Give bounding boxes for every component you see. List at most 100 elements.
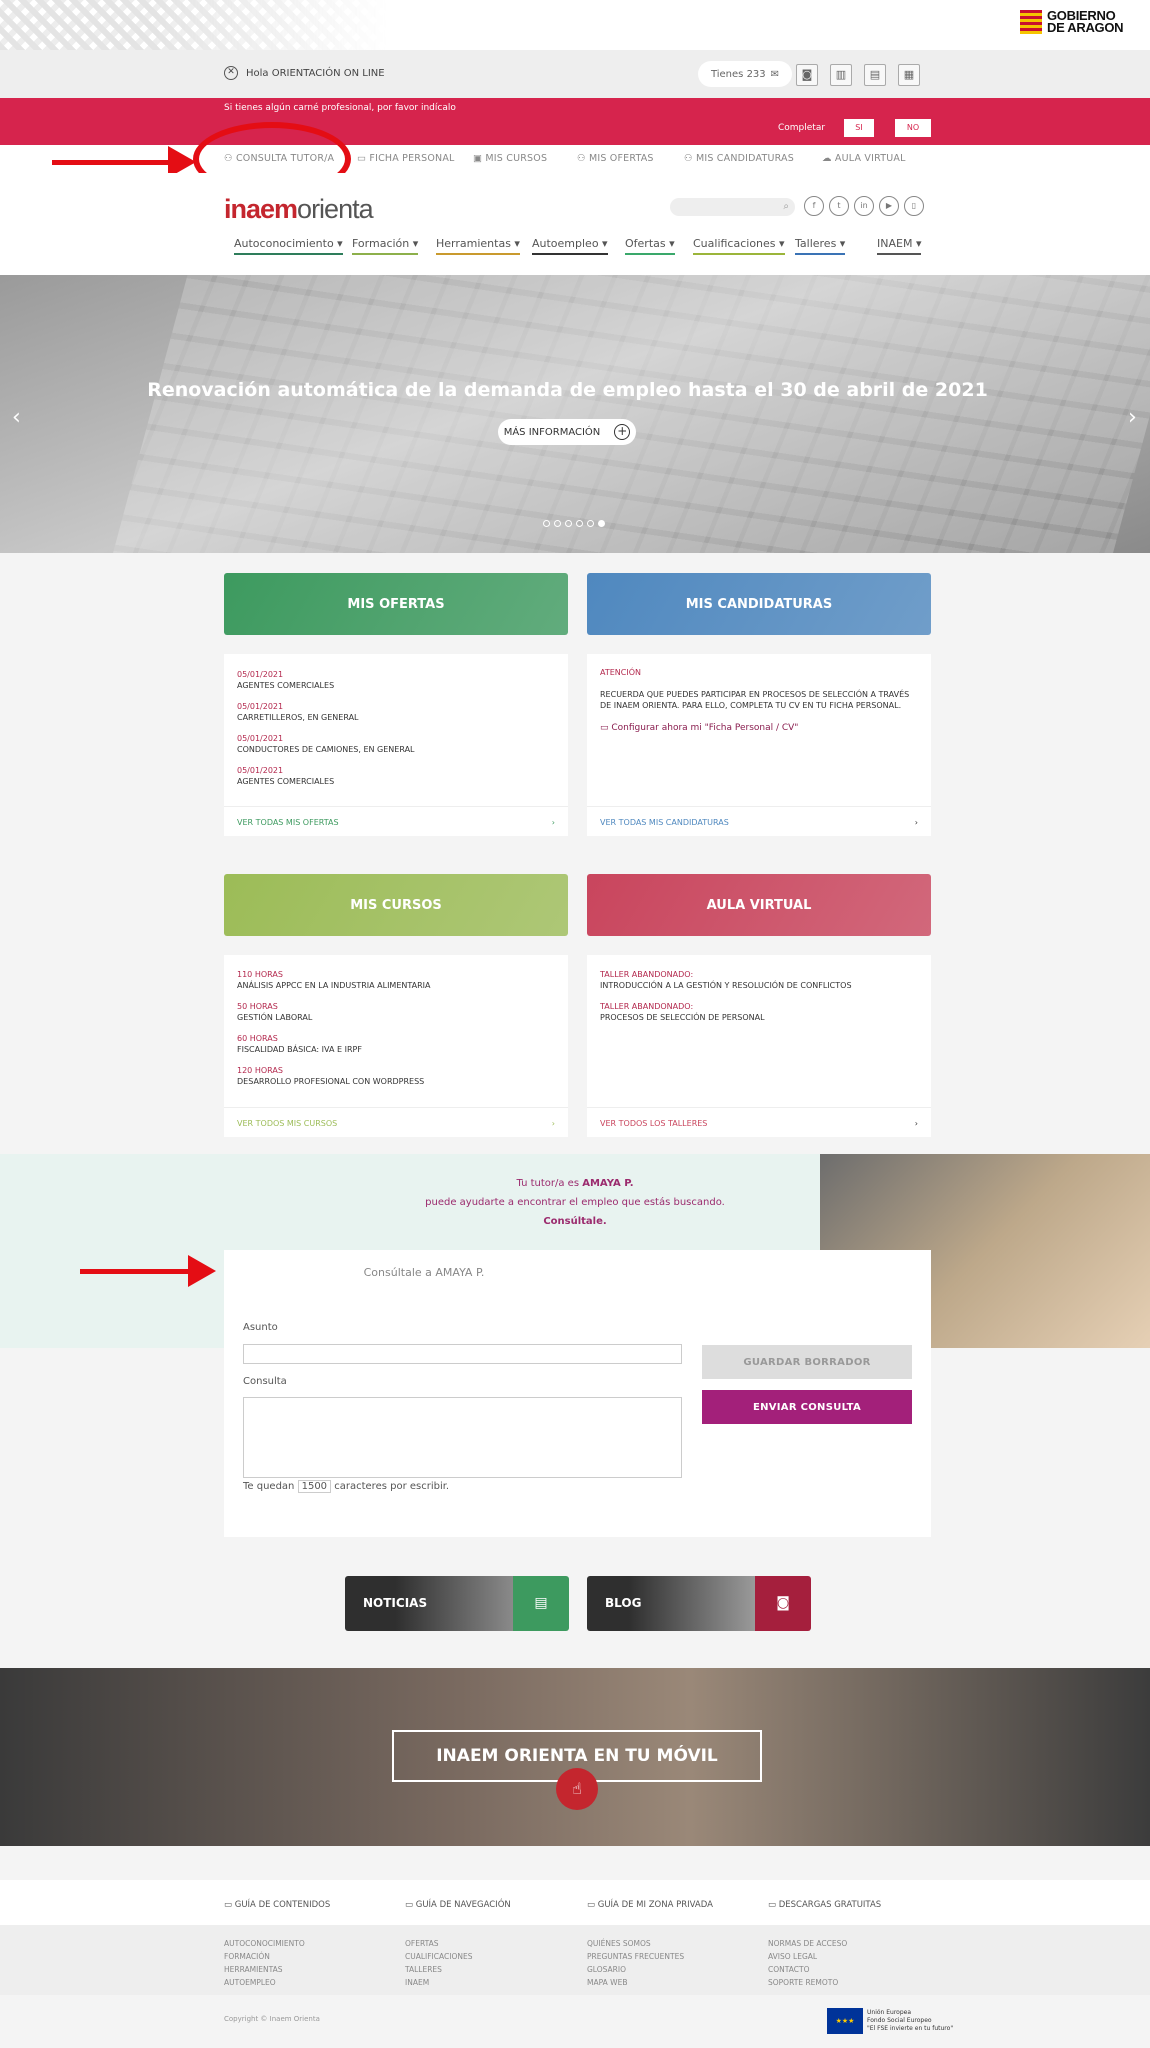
footer-link[interactable]: MAPA WEB <box>587 1976 684 1989</box>
ver-talleres-link[interactable]: VER TODOS LOS TALLERES › <box>587 1107 931 1137</box>
mas-informacion-button[interactable]: MÁS INFORMACIÓN + <box>498 419 636 445</box>
footer-link[interactable]: HERRAMIENTAS <box>224 1963 305 1976</box>
card-header[interactable]: MIS CANDIDATURAS <box>587 573 931 635</box>
item-text: CONDUCTORES DE CAMIONES, EN GENERAL <box>237 745 415 754</box>
list-item[interactable]: 50 HORAS GESTIÓN LABORAL <box>237 1001 431 1023</box>
guardar-borrador-button[interactable]: GUARDAR BORRADOR <box>702 1345 912 1379</box>
list-item[interactable]: 120 HORAS DESARROLLO PROFESIONAL CON WORD… <box>237 1065 431 1087</box>
nav-cualificaciones[interactable]: Cualificaciones ▾ <box>693 237 785 255</box>
secnav-aula-virtual[interactable]: ☁ AULA VIRTUAL <box>822 153 906 164</box>
list-item[interactable]: 05/01/2021 AGENTES COMERCIALES <box>237 669 415 691</box>
list-item[interactable]: TALLER ABANDONADO: PROCESOS DE SELECCIÓN … <box>600 1001 852 1023</box>
noticias-promo[interactable]: NOTICIAS ▤ <box>345 1576 569 1631</box>
nav-herramientas[interactable]: Herramientas ▾ <box>436 237 520 255</box>
carousel-next-icon[interactable]: › <box>1128 405 1137 430</box>
ver-cursos-link[interactable]: VER TODOS MIS CURSOS › <box>224 1107 568 1137</box>
calendar-icon[interactable]: ▦ <box>898 64 920 86</box>
carousel-dot[interactable] <box>598 520 605 527</box>
carousel-prev-icon[interactable]: ‹ <box>12 405 21 430</box>
close-icon[interactable]: ✕ <box>224 66 238 80</box>
logout-greeting[interactable]: ✕ Hola ORIENTACIÓN ON LINE <box>224 66 385 80</box>
guia-navegacion-link[interactable]: ▭ GUÍA DE NAVEGACIÓN <box>405 1900 511 1910</box>
pattern-decoration <box>0 0 390 50</box>
twitter-icon[interactable]: t <box>829 196 849 216</box>
configurar-cv-link[interactable]: ▭ Configurar ahora mi "Ficha Personal / … <box>600 723 918 733</box>
list-item[interactable]: 05/01/2021 CONDUCTORES DE CAMIONES, EN GE… <box>237 733 415 755</box>
document-icon[interactable]: ▤ <box>864 64 886 86</box>
item-date: 110 HORAS <box>237 970 283 979</box>
list-item[interactable]: 05/01/2021 CARRETILLEROS, EN GENERAL <box>237 701 415 723</box>
guia-zona-privada-link[interactable]: ▭ GUÍA DE MI ZONA PRIVADA <box>587 1900 713 1910</box>
facebook-icon[interactable]: f <box>804 196 824 216</box>
footer-link[interactable]: INAEM <box>405 1976 472 1989</box>
eu-logo: ★★★ Unión Europea Fondo Social Europeo "El… <box>827 2008 953 2034</box>
alert-yes-button[interactable]: SI <box>844 119 874 137</box>
cursos-list: 110 HORAS ANÁLISIS APPCC EN LA INDUSTRIA … <box>237 969 431 1097</box>
gobierno-aragon-logo[interactable]: GOBIERNO DE ARAGON <box>1020 9 1124 34</box>
envelope-icon: ✉ <box>770 68 780 80</box>
mobile-banner: INAEM ORIENTA EN TU MÓVIL ☝ <box>0 1668 1150 1846</box>
mobile-icon[interactable]: ▯ <box>904 196 924 216</box>
chevron-right-icon: › <box>551 1119 555 1128</box>
footer-link[interactable]: AVISO LEGAL <box>768 1950 847 1963</box>
card-header[interactable]: MIS CURSOS <box>224 874 568 936</box>
card-mis-cursos: MIS CURSOS 110 HORAS ANÁLISIS APPCC EN LA… <box>224 874 568 1137</box>
footer-link[interactable]: GLOSARIO <box>587 1963 684 1976</box>
footer-link[interactable]: OFERTAS <box>405 1937 472 1950</box>
footer-link[interactable]: PREGUNTAS FRECUENTES <box>587 1950 684 1963</box>
nav-inaem[interactable]: INAEM ▾ <box>877 237 922 255</box>
secnav-ficha-personal[interactable]: ▭ FICHA PERSONAL <box>357 153 455 164</box>
youtube-icon[interactable]: ▶ <box>879 196 899 216</box>
nav-ofertas[interactable]: Ofertas ▾ <box>625 237 675 255</box>
rss-icon[interactable]: ◙ <box>796 64 818 86</box>
chevron-right-icon: › <box>914 1119 918 1128</box>
blog-promo[interactable]: BLOG ◙ <box>587 1576 811 1631</box>
nav-autoconocimiento[interactable]: Autoconocimiento ▾ <box>234 237 343 255</box>
carousel-dot[interactable] <box>565 520 572 527</box>
footer-link[interactable]: CUALIFICACIONES <box>405 1950 472 1963</box>
footer-link[interactable]: FORMACIÓN <box>224 1950 305 1963</box>
footer-link[interactable]: NORMAS DE ACCESO <box>768 1937 847 1950</box>
search-input[interactable]: ⌕ <box>670 198 795 216</box>
nav-autoempleo[interactable]: Autoempleo ▾ <box>532 237 608 255</box>
secnav-mis-candidaturas[interactable]: ⚇ MIS CANDIDATURAS <box>684 153 794 164</box>
list-item[interactable]: 110 HORAS ANÁLISIS APPCC EN LA INDUSTRIA … <box>237 969 431 991</box>
guia-contenidos-link[interactable]: ▭ GUÍA DE CONTENIDOS <box>224 1900 330 1910</box>
enviar-consulta-button[interactable]: ENVIAR CONSULTA <box>702 1390 912 1424</box>
list-item[interactable]: 60 HORAS FISCALIDAD BÁSICA: IVA E IRPF <box>237 1033 431 1055</box>
carousel-dot[interactable] <box>554 520 561 527</box>
carousel-dot[interactable] <box>543 520 550 527</box>
consulta-textarea[interactable] <box>243 1397 682 1478</box>
alert-no-button[interactable]: NO <box>895 119 931 137</box>
consultale-link[interactable]: Consúltale. <box>543 1216 606 1227</box>
secnav-mis-cursos[interactable]: ▣ MIS CURSOS <box>473 153 547 164</box>
ver-candidaturas-link[interactable]: VER TODAS MIS CANDIDATURAS › <box>587 806 931 836</box>
ver-ofertas-link[interactable]: VER TODAS MIS OFERTAS › <box>224 806 568 836</box>
list-item[interactable]: 05/01/2021 AGENTES COMERCIALES <box>237 765 415 787</box>
rss-icon: ◙ <box>755 1576 811 1631</box>
search-icon[interactable]: ⌕ <box>783 201 789 212</box>
footer-link[interactable]: AUTOCONOCIMIENTO <box>224 1937 305 1950</box>
footer-link[interactable]: CONTACTO <box>768 1963 847 1976</box>
carousel-dot[interactable] <box>576 520 583 527</box>
card-header[interactable]: AULA VIRTUAL <box>587 874 931 936</box>
footer-link[interactable]: TALLERES <box>405 1963 472 1976</box>
nav-formacion[interactable]: Formación ▾ <box>352 237 419 255</box>
consulta-form: Consúltale a AMAYA P. Asunto Consulta Te… <box>224 1250 931 1537</box>
messages-pill[interactable]: Tienes 233 ✉ <box>698 61 792 87</box>
asunto-input[interactable] <box>243 1344 682 1364</box>
nav-talleres[interactable]: Talleres ▾ <box>795 237 846 255</box>
hand-pointer-icon[interactable]: ☝ <box>556 1768 598 1810</box>
footer-link[interactable]: QUIÉNES SOMOS <box>587 1937 684 1950</box>
footer-link[interactable]: AUTOEMPLEO <box>224 1976 305 1989</box>
descargas-link[interactable]: ▭ DESCARGAS GRATUITAS <box>768 1900 881 1910</box>
footer-links: AUTOCONOCIMIENTO FORMACIÓN HERRAMIENTAS AUT… <box>0 1925 1150 1995</box>
inaem-orienta-logo[interactable]: inaemorienta <box>224 194 374 225</box>
card-header[interactable]: MIS OFERTAS <box>224 573 568 635</box>
stats-icon[interactable]: ▥ <box>830 64 852 86</box>
list-item[interactable]: TALLER ABANDONADO: INTRODUCCIÓN A LA GEST… <box>600 969 852 991</box>
footer-link[interactable]: SOPORTE REMOTO <box>768 1976 847 1989</box>
linkedin-icon[interactable]: in <box>854 196 874 216</box>
secnav-mis-ofertas[interactable]: ⚇ MIS OFERTAS <box>577 153 654 164</box>
carousel-dot[interactable] <box>587 520 594 527</box>
